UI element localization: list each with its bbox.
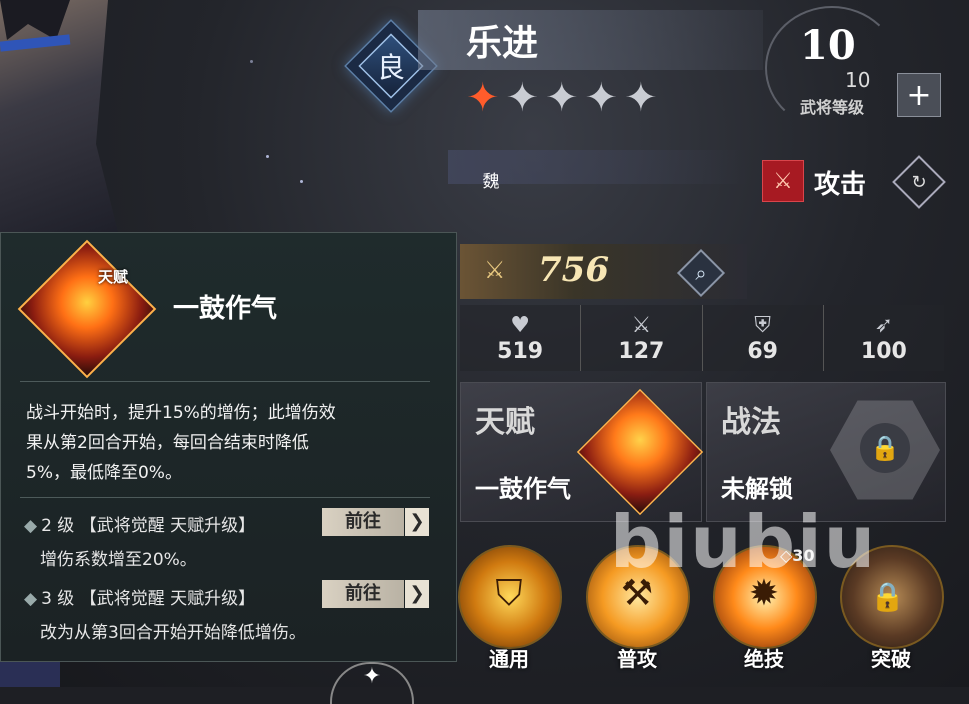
star-dot (266, 155, 269, 158)
shield-icon: ⛨ (754, 312, 771, 338)
star-icon-empty: ✦ (505, 75, 540, 121)
tooltip-title: 一鼓作气 (173, 294, 278, 324)
magnifier-icon: ⌕ (695, 261, 707, 285)
hero-name: 乐进 (466, 22, 539, 64)
goto-button[interactable]: 前往 (322, 580, 404, 608)
hero-portrait-lower (0, 660, 60, 687)
power-value: 756 (538, 250, 609, 290)
stat-value: 69 (747, 338, 778, 364)
watermark: biubiu (610, 500, 877, 584)
attack-role-icon: ⚔ (762, 160, 804, 202)
hero-level-max: 10 (845, 68, 871, 92)
hero-level: 10 (800, 22, 856, 69)
lock-icon: 🔒 (870, 580, 905, 613)
divider (20, 381, 430, 382)
star-icon-empty: ✦ (584, 75, 619, 121)
hero-level-label: 武将等级 (800, 98, 865, 117)
description-line: 战斗开始时，提升15%的增伤；此增伤效 (26, 403, 336, 423)
talent-name: 一鼓作气 (475, 474, 571, 503)
talent-tag: 天赋 (98, 268, 129, 286)
stat-value: 519 (497, 338, 544, 364)
plus-icon: + (906, 77, 932, 113)
stat-value: 127 (618, 338, 665, 364)
tooltip-description: 战斗开始时，提升15%的增伤；此增伤效 果从第2回合开始，每回合结束时降低 5%… (26, 398, 436, 488)
stat-hp: ♥ 519 (460, 305, 582, 371)
bullet-icon: ◆ (24, 589, 38, 609)
goto-button[interactable]: 前往 (322, 508, 404, 536)
level-up-button[interactable]: + (897, 73, 941, 117)
star-icon-filled: ✦ (466, 75, 500, 121)
upgrade-detail: 改为从第3回合开始开始降低增伤。 (40, 623, 306, 643)
refresh-icon: ↻ (911, 171, 927, 193)
skill-label: 绝技 (744, 647, 784, 671)
detail-search-button[interactable]: ⌕ (678, 250, 724, 296)
bullet-icon: ◆ (24, 516, 38, 536)
star-rating: ✦ ✦ ✦ ✦ ✦ (466, 78, 658, 118)
talent-heading: 天赋 (475, 405, 535, 440)
stat-speed: ➶ 100 (824, 305, 944, 371)
star-dot (300, 180, 303, 183)
power-icon: ⚔ (484, 256, 506, 284)
lock-icon: 🔒 (860, 423, 910, 473)
description-line: 果从第2回合开始，每回合结束时降低 (26, 433, 309, 453)
skill-label: 突破 (871, 647, 911, 671)
faction-badge: 魏 (474, 162, 508, 196)
talent-icon (17, 239, 157, 379)
upgrade-level-2: ◆ 2 级 【武将觉醒 天赋升级】 (24, 516, 256, 536)
skill-general-button[interactable]: ⛉ 通用 (458, 545, 562, 671)
heart-icon: ♥ (510, 312, 530, 338)
upgrade-level-3: ◆ 3 级 【武将觉醒 天赋升级】 (24, 589, 256, 609)
star-icon-empty: ✦ (624, 75, 658, 121)
stat-defense: ⛨ 69 (703, 305, 824, 371)
crossed-swords-icon: ⚔ (631, 312, 652, 338)
skill-label: 通用 (489, 647, 529, 671)
star-dot (250, 60, 253, 63)
tactic-heading: 战法 (721, 405, 781, 440)
chevron-right-icon[interactable]: ❯ (405, 508, 429, 536)
tactic-status: 未解锁 (721, 474, 793, 503)
boot-icon: ➶ (874, 312, 894, 338)
stat-attack: ⚔ 127 (581, 305, 703, 371)
role-label: 攻击 (814, 170, 867, 200)
upgrade-detail: 增伤系数增至20%。 (40, 550, 197, 570)
skill-label: 普攻 (617, 647, 657, 671)
stat-value: 100 (860, 338, 907, 364)
stats-row: ♥ 519 ⚔ 127 ⛨ 69 ➶ 100 (460, 305, 944, 371)
star-icon-empty: ✦ (545, 75, 579, 121)
description-line: 5%，最低降至0%。 (26, 463, 182, 483)
chevron-right-icon[interactable]: ❯ (405, 580, 429, 608)
divider (20, 497, 430, 498)
